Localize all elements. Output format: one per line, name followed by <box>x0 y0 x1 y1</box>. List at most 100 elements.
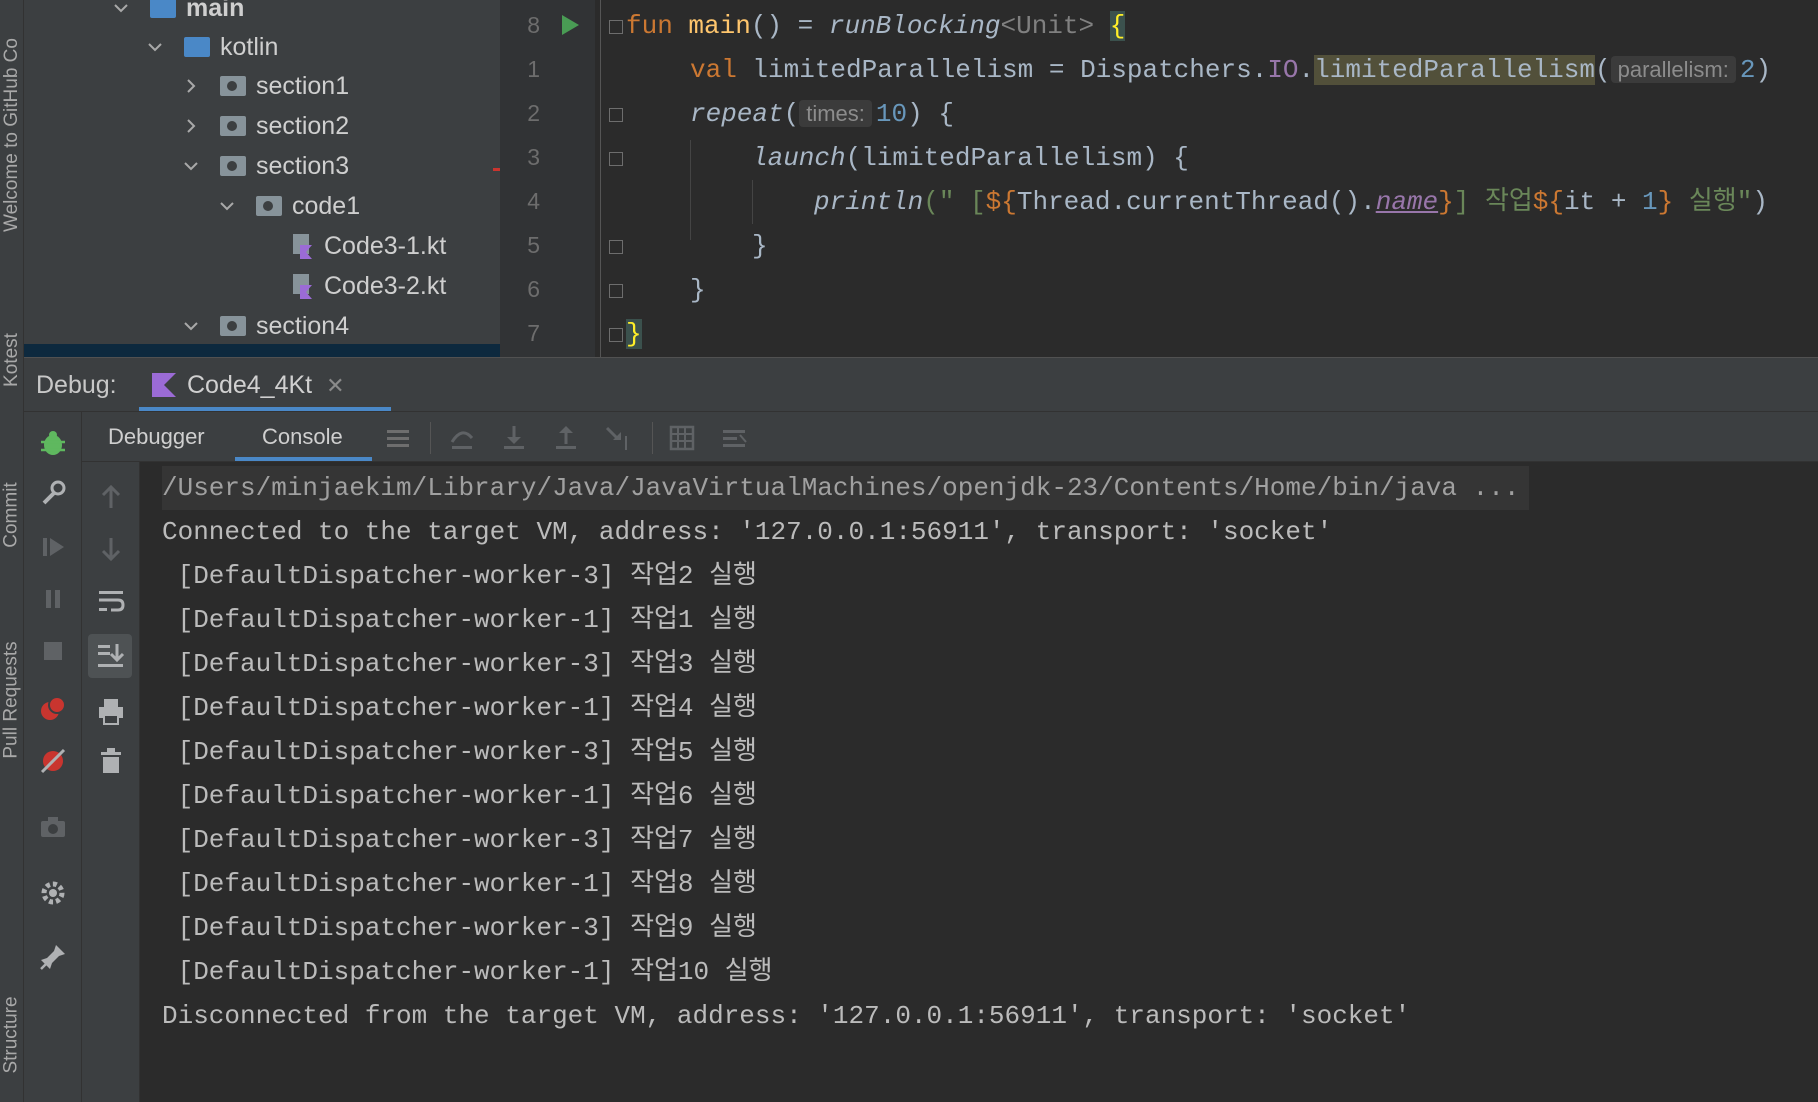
kotest-tab[interactable]: Kotest <box>0 300 23 420</box>
chevron-right-icon[interactable] <box>182 77 200 95</box>
fold-marker-icon[interactable] <box>609 20 623 34</box>
step-over-icon[interactable] <box>448 424 476 452</box>
stop-icon[interactable] <box>38 636 68 666</box>
fold-marker-icon[interactable] <box>609 328 623 342</box>
line-number: 6 <box>527 276 540 302</box>
fold-marker-icon[interactable] <box>609 284 623 298</box>
code-token: ${ <box>985 187 1017 217</box>
tree-item-main[interactable]: main <box>112 0 244 28</box>
code-token: } <box>1657 187 1674 217</box>
code-token: <Unit> <box>1000 11 1095 41</box>
code-token: val <box>690 55 737 85</box>
arrow-up-icon[interactable] <box>96 482 126 512</box>
code-token: println <box>814 187 924 217</box>
print-icon[interactable] <box>96 696 126 726</box>
resume-icon[interactable] <box>38 532 68 562</box>
left-tool-strip: Welcome to GitHub Co Kotest Commit Pull … <box>0 0 24 1102</box>
indent-guide <box>752 180 753 224</box>
tree-item-code3-2[interactable]: Code3-2.kt <box>292 266 446 306</box>
kotest-label: Kotest <box>1 333 22 387</box>
chevron-right-icon[interactable] <box>182 117 200 135</box>
code-token: (" [ <box>923 187 986 217</box>
evaluate-expression-icon[interactable] <box>668 424 696 452</box>
debug-label: Debug: <box>36 371 117 399</box>
structure-label: Structure <box>1 996 22 1074</box>
wrench-icon[interactable] <box>38 478 68 508</box>
code-line: } <box>626 314 642 354</box>
fold-marker-icon[interactable] <box>609 152 623 166</box>
chevron-down-icon[interactable] <box>182 157 200 175</box>
code-line: fun main() = runBlocking<Unit> { <box>626 6 1126 46</box>
folder-icon <box>150 0 176 18</box>
tree-item-section2[interactable]: section2 <box>182 106 349 146</box>
gear-icon[interactable] <box>38 878 68 908</box>
tree-item-label: section2 <box>256 111 350 140</box>
github-welcome-tab[interactable]: Welcome to GitHub Co <box>0 0 23 270</box>
tree-item-section3[interactable]: section3 <box>182 146 349 186</box>
scroll-to-end-button[interactable] <box>88 634 132 678</box>
step-out-icon[interactable] <box>552 424 580 452</box>
trace-icon[interactable] <box>720 424 748 452</box>
pin-icon[interactable] <box>38 942 68 972</box>
close-icon[interactable]: ✕ <box>326 373 344 399</box>
kotlin-icon <box>152 373 176 397</box>
console-line: Connected to the target VM, address: '12… <box>162 517 1333 547</box>
chevron-down-icon[interactable] <box>112 0 130 17</box>
camera-icon[interactable] <box>38 812 68 842</box>
chevron-down-icon[interactable] <box>182 317 200 335</box>
commit-tab[interactable]: Commit <box>0 455 23 575</box>
indent-guide <box>690 140 691 240</box>
code-line: } <box>752 226 768 266</box>
console-line: [DefaultDispatcher-worker-3] 작업7 실행 <box>162 825 757 855</box>
tree-item-code1[interactable]: code1 <box>218 186 360 226</box>
run-to-cursor-icon[interactable] <box>604 424 632 452</box>
pull-requests-tab[interactable]: Pull Requests <box>0 600 23 800</box>
console-line: Disconnected from the target VM, address… <box>162 1001 1411 1031</box>
code-token: () = <box>750 11 829 41</box>
code-editor[interactable]: 8 1 2 3 4 5 6 7 fun main() = runBlocking… <box>500 0 1818 357</box>
tree-selected-row[interactable] <box>24 344 500 357</box>
line-number: 1 <box>527 56 540 82</box>
run-icon[interactable] <box>560 14 580 36</box>
tree-item-label: code1 <box>292 191 361 220</box>
run-config-tab[interactable]: Code4_4Kt ✕ <box>139 358 389 413</box>
debug-side-toolbar <box>24 412 82 1102</box>
tree-item-section1[interactable]: section1 <box>182 66 349 106</box>
structure-tab[interactable]: Structure <box>0 970 23 1100</box>
tree-item-label: section3 <box>256 151 350 180</box>
code-token: limitedParallelism <box>1314 55 1595 85</box>
menu-icon[interactable] <box>384 424 412 452</box>
parameter-hint: times: <box>799 100 872 127</box>
code-line: launch(limitedParallelism) { <box>752 138 1189 178</box>
package-icon <box>220 316 246 336</box>
soft-wrap-icon[interactable] <box>96 586 126 616</box>
run-config-label: Code4_4Kt <box>187 371 313 399</box>
toolbar-separator <box>430 422 431 454</box>
console-line: /Users/minjaekim/Library/Java/JavaVirtua… <box>162 466 1530 510</box>
tree-item-section4[interactable]: section4 <box>182 306 349 346</box>
tab-debugger[interactable]: Debugger <box>108 412 205 462</box>
pause-icon[interactable] <box>38 584 68 614</box>
code-token: repeat <box>690 99 784 129</box>
tree-item-kotlin[interactable]: kotlin <box>146 27 278 67</box>
trash-icon[interactable] <box>96 746 126 776</box>
arrow-down-icon[interactable] <box>96 534 126 564</box>
fold-marker-icon[interactable] <box>609 108 623 122</box>
fold-marker-icon[interactable] <box>609 240 623 254</box>
console-line: [DefaultDispatcher-worker-1] 작업10 실행 <box>162 957 773 987</box>
chevron-down-icon[interactable] <box>218 197 236 215</box>
line-number: 8 <box>527 12 540 38</box>
code-token: 10 <box>875 99 908 129</box>
tab-console[interactable]: Console <box>262 412 343 462</box>
bug-icon[interactable] <box>38 428 68 458</box>
package-icon <box>220 76 246 96</box>
chevron-down-icon[interactable] <box>146 38 164 56</box>
mute-breakpoints-icon[interactable] <box>38 746 68 776</box>
step-into-icon[interactable] <box>500 424 528 452</box>
code-token: ( <box>1595 55 1611 85</box>
tree-item-code3-1[interactable]: Code3-1.kt <box>292 226 446 266</box>
line-number: 3 <box>527 144 540 170</box>
github-welcome-label: Welcome to GitHub Co <box>1 38 23 232</box>
console-output[interactable]: /Users/minjaekim/Library/Java/JavaVirtua… <box>140 462 1818 1102</box>
view-breakpoints-icon[interactable] <box>38 694 68 724</box>
